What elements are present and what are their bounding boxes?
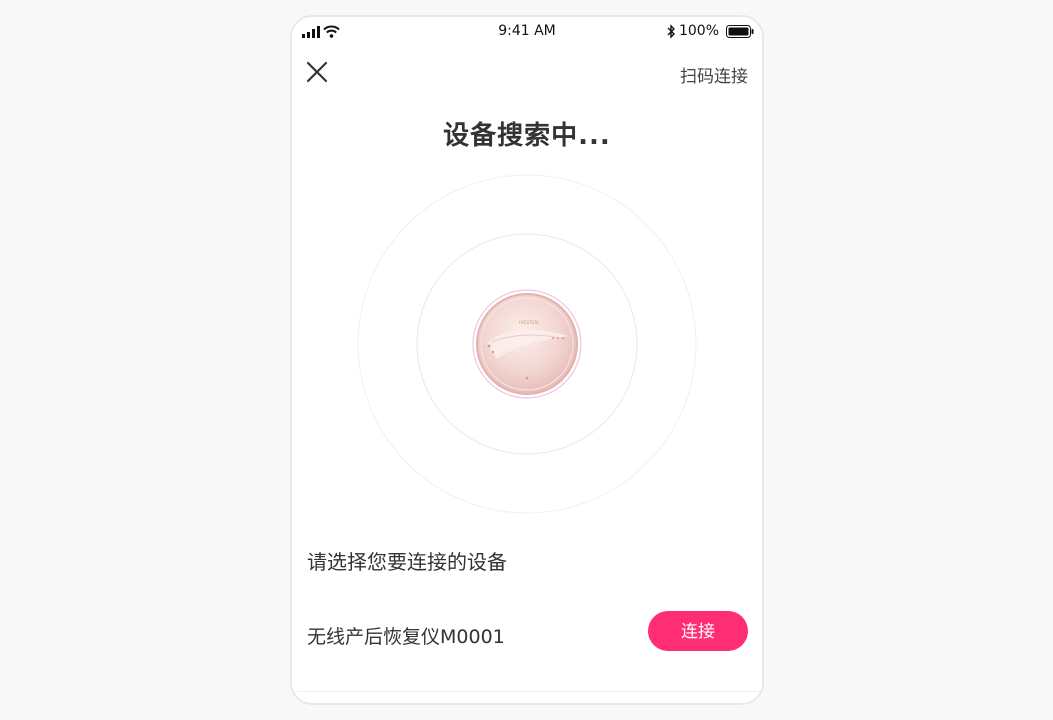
device-name: 无线产后恢复仪M0001 xyxy=(307,626,505,648)
close-icon[interactable] xyxy=(304,59,330,85)
status-bar: 9:41 AM 100% xyxy=(292,17,762,47)
scan-connect-link[interactable]: 扫码连接 xyxy=(680,62,748,87)
battery-icon xyxy=(726,24,754,38)
battery-percentage: 100% xyxy=(678,23,719,39)
page-title: 设备搜索中... xyxy=(443,121,611,151)
device-list-title: 请选择您要连接的设备 xyxy=(307,550,507,574)
svg-text:IVESTEN: IVESTEN xyxy=(519,320,538,326)
device-search-radar: IVESTEN xyxy=(357,174,697,514)
status-right: 100% xyxy=(666,23,754,39)
device-list-item: 无线产后恢复仪M0001 连接 xyxy=(292,607,762,692)
device-image: IVESTEN xyxy=(476,293,578,395)
connect-button[interactable]: 连接 xyxy=(648,611,748,651)
phone-frame: 9:41 AM 100% 扫码连接 设备搜索中... IVESTEN 请选择您要… xyxy=(290,15,764,705)
bluetooth-icon xyxy=(667,23,675,39)
